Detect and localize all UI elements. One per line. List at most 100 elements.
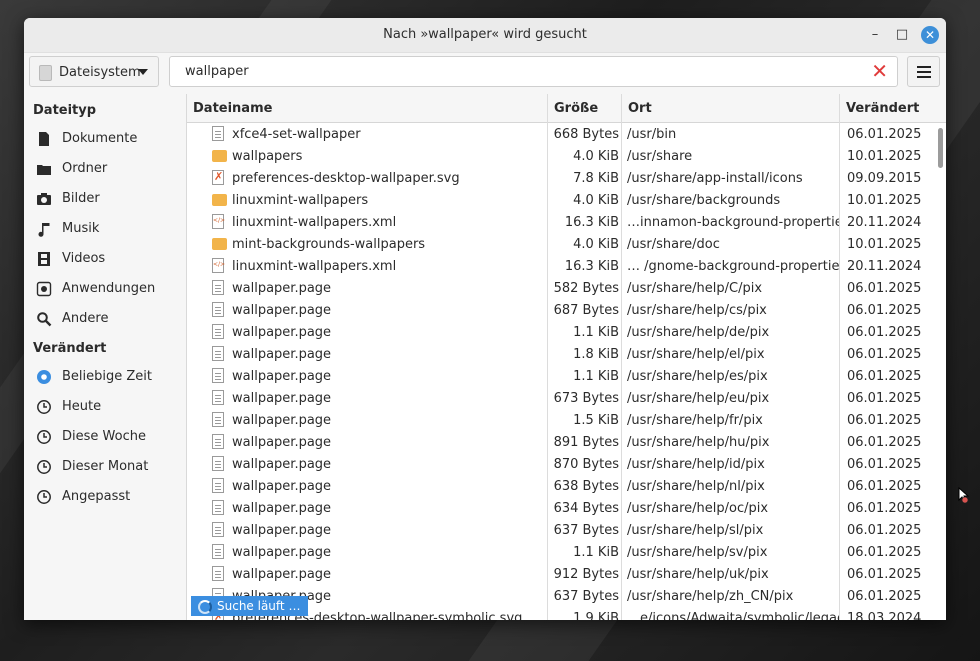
result-row[interactable]: wallpaper.page 582 Bytes/usr/share/help/C… — [187, 277, 934, 299]
file-type-heading: Dateityp — [33, 103, 97, 118]
file-location: /usr/share/app-install/icons — [627, 171, 803, 186]
filter-modified-item[interactable]: Dieser Monat — [24, 454, 186, 480]
filter-type-ordner[interactable]: Ordner — [24, 156, 186, 182]
result-row[interactable]: linuxmint-wallpapers.xml 16.3 KiB …innamon… — [187, 211, 934, 233]
mouse-cursor-icon — [958, 487, 970, 504]
file-modified: 18.03.2024 — [847, 611, 922, 620]
minimize-button[interactable]: – — [866, 26, 884, 44]
result-row[interactable]: wallpaper.page 634 Bytes/usr/share/help/o… — [187, 497, 934, 519]
hamburger-icon — [917, 76, 931, 78]
filter-modified-item[interactable]: Beliebige Zeit — [24, 364, 186, 390]
filter-type-label: Anwendungen — [62, 281, 156, 296]
result-row[interactable]: wallpaper.page 1.1 KiB/usr/share/help/sv/… — [187, 541, 934, 563]
filter-modified-label: Heute — [62, 399, 102, 414]
file-location: /usr/share/help/eu/pix — [627, 391, 770, 406]
filter-type-dokumente[interactable]: Dokumente — [24, 126, 186, 152]
clock-icon — [36, 489, 52, 505]
doc-file-icon — [212, 500, 224, 515]
filter-type-label: Musik — [62, 221, 100, 236]
result-row[interactable]: wallpaper.page 1.1 KiB/usr/share/help/de/… — [187, 321, 934, 343]
file-name: linuxmint-wallpapers — [232, 193, 369, 208]
result-row[interactable]: xfce4-set-wallpaper 668 Bytes/usr/bin 06.0… — [187, 123, 934, 145]
doc-file-icon — [212, 126, 224, 141]
maximize-button[interactable]: □ — [893, 26, 911, 44]
doc-file-icon — [212, 544, 224, 559]
file-location: …innamon-background-properties — [627, 215, 839, 230]
file-modified: 06.01.2025 — [847, 303, 922, 318]
result-row[interactable]: preferences-desktop-wallpaper.svg 7.8 KiB… — [187, 167, 934, 189]
column-size[interactable]: Größe — [554, 101, 598, 116]
result-row[interactable]: wallpapers 4.0 KiB/usr/share 10.01.2025 — [187, 145, 934, 167]
file-name: wallpaper.page — [232, 281, 332, 296]
file-size: 634 Bytes — [553, 501, 619, 516]
file-location: /usr/share/help/C/pix — [627, 281, 763, 296]
file-name: wallpaper.page — [232, 435, 332, 450]
result-row[interactable]: wallpaper.page 638 Bytes/usr/share/help/n… — [187, 475, 934, 497]
doc-file-icon — [212, 478, 224, 493]
filter-type-andere[interactable]: Andere — [24, 306, 186, 332]
file-name: xfce4-set-wallpaper — [232, 127, 361, 142]
search-window: Nach »wallpaper« wird gesucht – □ ✕ Date… — [24, 18, 946, 620]
column-location[interactable]: Ort — [628, 101, 652, 116]
filter-modified-item[interactable]: Angepasst — [24, 484, 186, 510]
result-row[interactable]: linuxmint-wallpapers.xml 16.3 KiB … /gnome… — [187, 255, 934, 277]
result-row[interactable]: wallpaper.page 1.1 KiB/usr/share/help/es/… — [187, 365, 934, 387]
file-location: … /gnome-background-properties — [627, 259, 839, 274]
file-name: wallpaper.page — [232, 457, 332, 472]
clear-search-icon[interactable]: ✕ — [871, 61, 888, 81]
result-row[interactable]: mint-backgrounds-wallpapers 4.0 KiB/usr/s… — [187, 233, 934, 255]
doc-file-icon — [212, 522, 224, 537]
result-row[interactable]: wallpaper.page 1.8 KiB/usr/share/help/el/… — [187, 343, 934, 365]
location-dropdown[interactable]: Dateisystem — [29, 56, 159, 87]
file-location: /usr/share/help/cs/pix — [627, 303, 767, 318]
filter-modified-item[interactable]: Diese Woche — [24, 424, 186, 450]
doc-file-icon — [212, 346, 224, 361]
result-row[interactable]: wallpaper.page 891 Bytes/usr/share/help/h… — [187, 431, 934, 453]
filter-type-videos[interactable]: Videos — [24, 246, 186, 272]
doc-file-icon — [212, 302, 224, 317]
result-row[interactable]: wallpaper.page 687 Bytes/usr/share/help/c… — [187, 299, 934, 321]
vertical-scrollbar[interactable] — [938, 128, 943, 168]
file-name: wallpaper.page — [232, 523, 332, 538]
filter-modified-label: Angepasst — [62, 489, 131, 504]
result-row[interactable]: wallpaper.page 870 Bytes/usr/share/help/i… — [187, 453, 934, 475]
result-row[interactable]: wallpaper.page 1.5 KiB/usr/share/help/fr/… — [187, 409, 934, 431]
camera-icon — [36, 191, 52, 207]
search-box[interactable]: ✕ — [169, 56, 898, 87]
search-input[interactable] — [183, 63, 857, 80]
file-size: 16.3 KiB — [564, 215, 619, 230]
document-icon — [36, 131, 52, 147]
result-row[interactable]: wallpaper.page 637 Bytes/usr/share/help/s… — [187, 519, 934, 541]
filter-type-musik[interactable]: Musik — [24, 216, 186, 242]
window-title: Nach »wallpaper« wird gesucht — [383, 27, 587, 42]
file-modified: 06.01.2025 — [847, 589, 922, 604]
clock-icon — [36, 459, 52, 475]
menu-button[interactable] — [907, 56, 940, 87]
column-modified[interactable]: Verändert — [846, 101, 919, 116]
result-row[interactable]: wallpaper.page 673 Bytes/usr/share/help/e… — [187, 387, 934, 409]
search-status-text: Suche läuft … — [217, 599, 301, 613]
file-modified: 20.11.2024 — [847, 215, 922, 230]
file-name: wallpaper.page — [232, 347, 332, 362]
filter-type-bilder[interactable]: Bilder — [24, 186, 186, 212]
column-name[interactable]: Dateiname — [193, 101, 272, 116]
file-location: /usr/share/help/el/pix — [627, 347, 765, 362]
file-location: /usr/share/help/hu/pix — [627, 435, 770, 450]
clock-icon — [36, 399, 52, 415]
filter-type-anwendungen[interactable]: Anwendungen — [24, 276, 186, 302]
file-modified: 06.01.2025 — [847, 413, 922, 428]
result-row[interactable]: wallpaper.page 912 Bytes/usr/share/help/u… — [187, 563, 934, 585]
titlebar: Nach »wallpaper« wird gesucht – □ ✕ — [24, 18, 946, 53]
file-name: wallpaper.page — [232, 501, 332, 516]
file-location: /usr/share/help/oc/pix — [627, 501, 769, 516]
doc-file-icon — [212, 434, 224, 449]
filter-modified-label: Beliebige Zeit — [62, 369, 152, 384]
file-size: 1.9 KiB — [573, 611, 619, 620]
file-size: 891 Bytes — [553, 435, 619, 450]
file-name: wallpaper.page — [232, 479, 332, 494]
file-name: wallpaper.page — [232, 413, 332, 428]
magnifier-icon — [36, 311, 52, 327]
filter-modified-item[interactable]: Heute — [24, 394, 186, 420]
result-row[interactable]: linuxmint-wallpapers 4.0 KiB/usr/share/ba… — [187, 189, 934, 211]
close-button[interactable]: ✕ — [921, 26, 939, 44]
